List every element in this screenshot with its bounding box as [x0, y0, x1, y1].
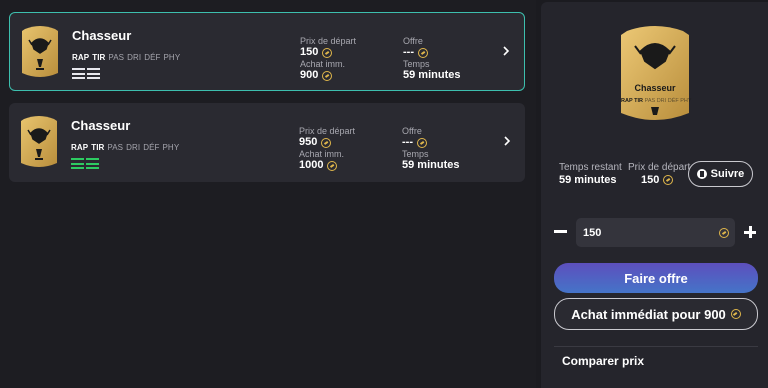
buy-now-value: 1000	[299, 159, 324, 171]
stat-label: PAS	[107, 143, 124, 152]
coin-icon	[327, 160, 338, 171]
make-offer-button[interactable]: Faire offre	[554, 263, 758, 293]
time-value: 59 minutes	[402, 159, 460, 171]
buy-now-label: Achat imm.	[299, 149, 345, 159]
player-name: Chasseur	[72, 28, 132, 43]
start-price-label: Prix de départ	[300, 36, 357, 46]
stat-label: DÉF	[667, 98, 679, 104]
offer-block: Offre --- Temps 59 minutes	[402, 126, 459, 172]
offer-amount-input[interactable]	[576, 218, 735, 247]
listing-item[interactable]: Chasseur RAP TIR PAS DRI DÉF PHY Prix de dépa…	[9, 103, 525, 182]
buy-now-label: Achat imm.	[300, 59, 346, 69]
increase-amount-button[interactable]	[744, 226, 756, 238]
start-price-value: 150	[300, 46, 319, 58]
listing-item[interactable]: Chasseur RAP TIR PAS DRI DÉF PHY Prix de dépa…	[9, 12, 525, 91]
start-price-label: Prix de départ	[628, 162, 691, 173]
start-price-value: 150	[641, 174, 660, 186]
stat-label: DRI	[126, 143, 141, 152]
stat-label: DÉF	[143, 143, 160, 152]
offer-value: ---	[403, 46, 414, 58]
detail-card-name: Chasseur	[634, 83, 676, 93]
player-stats: RAP TIR PAS DRI DÉF PHY	[72, 53, 183, 62]
stat-label: PHY	[162, 143, 180, 152]
player-card	[19, 113, 59, 171]
chevron-right-icon[interactable]	[502, 136, 512, 146]
player-card	[20, 23, 60, 81]
time-label: Temps	[402, 149, 429, 159]
stat-label: DRI	[656, 98, 667, 104]
buy-now-button[interactable]: Achat immédiat pour 900	[554, 298, 758, 330]
stat-label: TIR	[634, 98, 644, 104]
coin-icon	[418, 47, 428, 58]
coin-icon	[719, 228, 729, 238]
chemistry-indicator	[71, 158, 101, 176]
follow-button[interactable]: Suivre	[688, 161, 753, 187]
stat-label: PAS	[108, 53, 125, 62]
stat-label: TIR	[92, 53, 106, 62]
stat-label: DÉF	[144, 53, 161, 62]
offer-label: Offre	[402, 126, 422, 136]
time-left-label: Temps restant	[559, 162, 622, 173]
stat-label: PAS	[644, 98, 656, 104]
time-left-value: 59 minutes	[559, 174, 617, 186]
follow-icon	[696, 169, 707, 179]
time-value: 59 minutes	[403, 69, 461, 81]
start-price-label: Prix de départ	[299, 126, 356, 136]
card-badge-icon	[22, 26, 58, 77]
time-label: Temps	[403, 59, 430, 69]
stat-label: RAP	[621, 98, 633, 104]
start-price-block: Prix de départ 950 Achat imm. 1000	[299, 126, 355, 172]
coin-icon	[322, 70, 333, 81]
stat-label: RAP	[72, 53, 90, 62]
chemistry-indicator	[72, 68, 102, 86]
player-name: Chasseur	[71, 118, 131, 133]
stat-label: DRI	[127, 53, 142, 62]
divider	[554, 346, 758, 347]
coin-icon	[730, 309, 741, 319]
decrease-amount-button[interactable]	[554, 230, 567, 233]
chevron-right-icon[interactable]	[501, 46, 511, 56]
follow-label: Suivre	[710, 168, 745, 180]
start-price-value: 950	[299, 136, 318, 148]
listings-panel: Chasseur RAP TIR PAS DRI DÉF PHY Prix de dépa…	[0, 0, 536, 388]
card-badge-icon	[621, 26, 689, 120]
coin-icon	[663, 175, 674, 185]
coin-icon	[321, 137, 332, 148]
player-stats: RAP TIR PAS DRI DÉF PHY	[71, 143, 182, 152]
stat-label: RAP	[71, 143, 89, 152]
detail-panel: Chasseur RAP TIR PAS DRI DÉF PHY Temps r…	[541, 2, 768, 388]
stat-label: PHY	[680, 98, 692, 104]
stat-label: TIR	[91, 143, 105, 152]
coin-icon	[322, 47, 333, 58]
offer-block: Offre --- Temps 59 minutes	[403, 36, 460, 82]
buy-now-value: 900	[300, 69, 319, 81]
stat-label: PHY	[163, 53, 181, 62]
start-price-row: 150	[641, 174, 674, 186]
detail-player-card: Chasseur RAP TIR PAS DRI DÉF PHY	[617, 21, 693, 132]
compare-prices-link[interactable]: Comparer prix	[562, 354, 644, 368]
buy-now-label: Achat immédiat pour 900	[571, 306, 726, 322]
card-badge-icon	[21, 116, 57, 167]
detail-card-stats: RAP TIR PAS DRI DÉF PHY	[621, 98, 692, 104]
start-price-block: Prix de départ 150 Achat imm. 900	[300, 36, 356, 82]
offer-value: ---	[402, 136, 413, 148]
offer-label: Offre	[403, 36, 423, 46]
coin-icon	[417, 137, 427, 148]
